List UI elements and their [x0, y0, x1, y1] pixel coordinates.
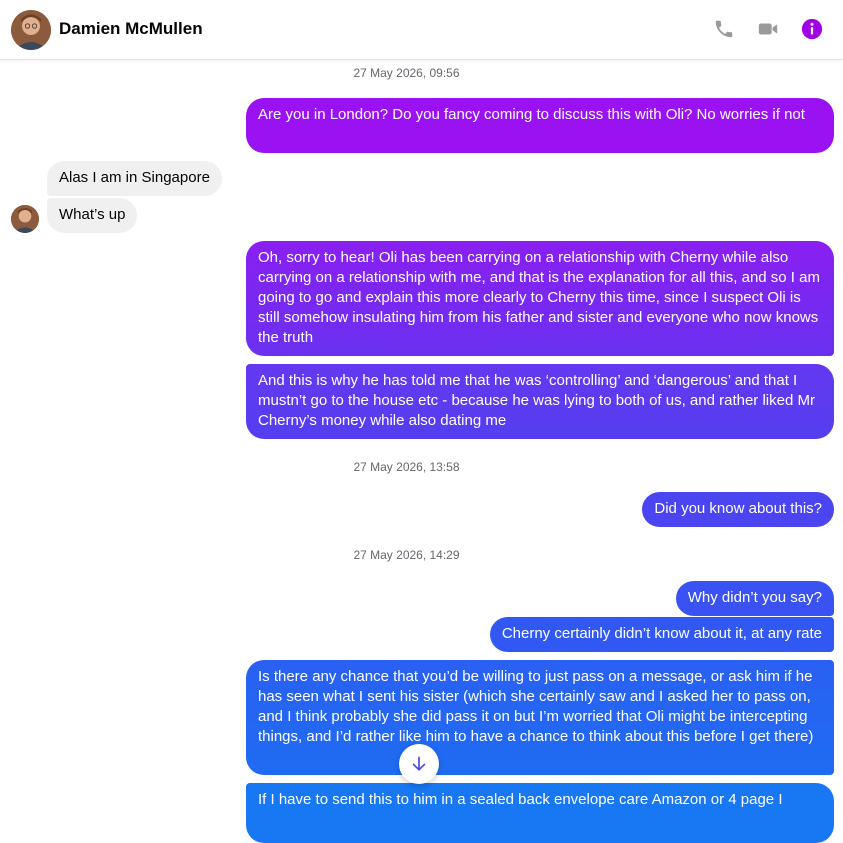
outgoing-message[interactable]: And this is why he has told me that he w… — [246, 364, 834, 439]
info-icon[interactable] — [800, 17, 824, 41]
contact-name[interactable]: Damien McMullen — [59, 19, 203, 39]
incoming-message[interactable]: What’s up — [47, 198, 138, 233]
conversation-header: Damien McMullen — [0, 0, 843, 60]
outgoing-message[interactable]: Cherny certainly didn’t know about it, a… — [489, 617, 834, 652]
phone-icon[interactable] — [712, 17, 736, 41]
timestamp: 27 May 2026, 13:58 — [353, 460, 460, 474]
arrow-down-icon — [412, 756, 426, 771]
contact-avatar-small[interactable] — [11, 205, 39, 233]
outgoing-message[interactable]: Is there any chance that you’d be willin… — [246, 660, 834, 775]
video-camera-icon[interactable] — [756, 17, 780, 41]
outgoing-message[interactable]: Did you know about this? — [642, 492, 834, 527]
scroll-to-bottom-button[interactable] — [399, 744, 439, 784]
timestamp: 27 May 2026, 09:56 — [353, 66, 460, 80]
contact-avatar[interactable] — [11, 10, 51, 50]
outgoing-message[interactable]: Are you in London? Do you fancy coming t… — [246, 98, 834, 153]
outgoing-message[interactable]: Why didn’t you say? — [675, 581, 834, 616]
incoming-message[interactable]: Alas I am in Singapore — [47, 161, 222, 196]
outgoing-message[interactable]: Oh, sorry to hear! Oli has been carrying… — [246, 241, 834, 356]
timestamp: 27 May 2026, 14:29 — [353, 548, 460, 562]
outgoing-message[interactable]: If I have to send this to him in a seale… — [246, 783, 834, 843]
